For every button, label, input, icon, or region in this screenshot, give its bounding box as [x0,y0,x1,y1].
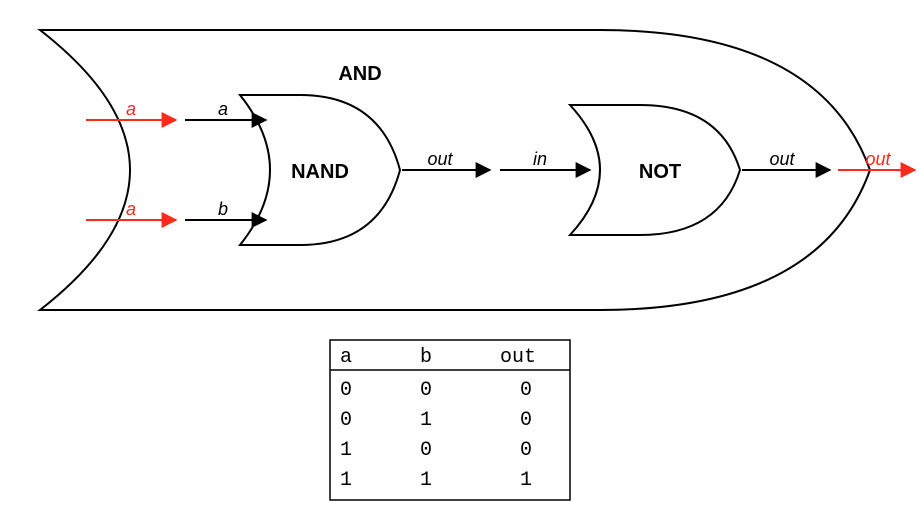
not-output-label: out [769,149,795,169]
svg-text:1: 1 [340,439,352,462]
nand-gate: NAND [240,95,400,245]
svg-text:0: 0 [520,439,532,462]
nand-output-label: out [427,149,453,169]
wire-to-nand-b: b [185,199,266,220]
wire-not-out: out [742,149,830,170]
svg-text:1: 1 [420,469,432,492]
nand-gate-label: NAND [291,161,349,183]
svg-text:0: 0 [340,379,352,402]
outer-input-a-bottom-label: a [126,199,136,219]
truth-table: a b out 0 0 0 0 1 0 1 0 0 1 1 1 [330,340,570,500]
outer-input-a-bottom: a [86,199,176,220]
nand-input-a-label: a [218,99,228,119]
svg-text:0: 0 [520,409,532,432]
nand-input-b-label: b [218,199,228,219]
svg-text:1: 1 [340,469,352,492]
not-input-label: in [533,149,547,169]
diagram-root: AND a a NAND a b out in NOT o [0,0,920,520]
svg-text:0: 0 [340,409,352,432]
svg-text:0: 0 [420,439,432,462]
wire-not-in: in [500,149,590,170]
outer-output-label: out [865,149,891,169]
tt-row-2: 1 0 0 [340,439,532,462]
svg-text:1: 1 [420,409,432,432]
outer-input-a-top: a [86,99,176,120]
tt-row-3: 1 1 1 [340,469,532,492]
outer-output: out [838,149,915,170]
not-gate-label: NOT [639,161,681,183]
tt-col-a: a [340,346,352,369]
tt-row-0: 0 0 0 [340,379,532,402]
svg-text:0: 0 [520,379,532,402]
svg-text:1: 1 [520,469,532,492]
tt-row-1: 0 1 0 [340,409,532,432]
svg-text:0: 0 [420,379,432,402]
wire-nand-out: out [402,149,490,170]
tt-col-out: out [500,346,536,369]
not-gate: NOT [570,105,740,235]
outer-input-a-top-label: a [126,99,136,119]
tt-col-b: b [420,346,432,369]
outer-gate-label: AND [338,63,381,85]
